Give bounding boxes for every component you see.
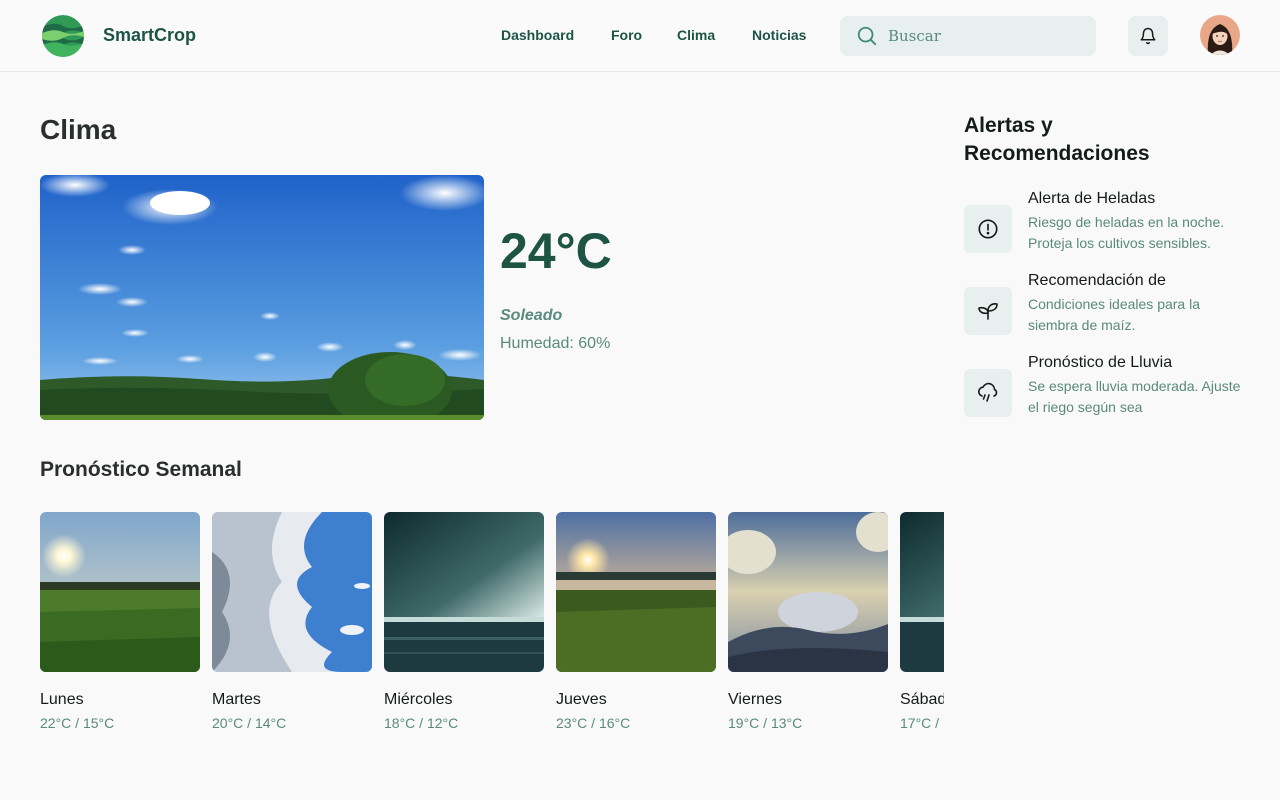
forecast-day: Lunes bbox=[40, 691, 84, 708]
forecast-card-martes[interactable]: Martes 20°C / 14°C bbox=[212, 512, 372, 731]
current-humidity: Humedad: 60% bbox=[500, 335, 611, 352]
forecast-card-viernes[interactable]: Viernes 19°C / 13°C bbox=[728, 512, 888, 731]
bell-icon bbox=[1140, 27, 1156, 45]
forecast-day: Miércoles bbox=[384, 691, 453, 708]
smartcrop-logo-icon[interactable] bbox=[42, 15, 84, 57]
brand-name[interactable]: SmartCrop bbox=[103, 25, 196, 46]
current-condition: Soleado bbox=[500, 307, 563, 324]
forecast-card-lunes[interactable]: Lunes 22°C / 15°C bbox=[40, 512, 200, 731]
alert-title: Pronóstico de Lluvia bbox=[1028, 354, 1173, 371]
forecast-card-sabado[interactable]: Sábado 17°C / 11°C bbox=[900, 512, 944, 731]
nav-noticias[interactable]: Noticias bbox=[752, 27, 806, 43]
forecast-temps: 18°C / 12°C bbox=[384, 715, 459, 731]
sunset-field-image bbox=[556, 512, 716, 672]
alert-circle-icon bbox=[964, 205, 1012, 253]
nav-dashboard[interactable]: Dashboard bbox=[501, 27, 574, 43]
alert-description: Condiciones ideales para la siembra de m… bbox=[1028, 296, 1200, 333]
forecast-card-miercoles[interactable]: Miércoles 18°C / 12°C bbox=[384, 512, 544, 731]
forecast-day: Sábado bbox=[900, 691, 944, 708]
forecast-temps: 19°C / 13°C bbox=[728, 715, 803, 731]
search-icon bbox=[857, 26, 877, 46]
sunny-field-image bbox=[40, 512, 200, 672]
alert-description: Riesgo de heladas en la noche. Proteja l… bbox=[1028, 214, 1225, 251]
cloud-drizzle-icon bbox=[964, 369, 1012, 417]
clouds-image bbox=[212, 512, 372, 672]
search-input[interactable] bbox=[888, 16, 1088, 56]
alerts-title: Alertas y Recomendaciones bbox=[964, 114, 1150, 165]
nav-foro[interactable]: Foro bbox=[611, 27, 642, 43]
forecast-temps: 20°C / 14°C bbox=[212, 715, 287, 731]
weekly-forecast: Lunes 22°C / 15°C Martes 20°C / 14°C Mié… bbox=[40, 512, 944, 742]
current-temperature: 24°C bbox=[500, 223, 612, 279]
nav-clima[interactable]: Clima bbox=[677, 27, 715, 43]
rain-image bbox=[900, 512, 944, 672]
storm-clouds-image bbox=[728, 512, 888, 672]
alert-title: Recomendación de bbox=[1028, 272, 1166, 289]
alert-title: Alerta de Heladas bbox=[1028, 190, 1156, 207]
search-box[interactable] bbox=[840, 16, 1096, 56]
forecast-card-jueves[interactable]: Jueves 23°C / 16°C bbox=[556, 512, 716, 731]
user-avatar[interactable] bbox=[1200, 15, 1240, 55]
forecast-title: Pronóstico Semanal bbox=[40, 458, 242, 481]
forecast-temps: 22°C / 15°C bbox=[40, 715, 115, 731]
alert-description: Se espera lluvia moderada. Ajuste el rie… bbox=[1028, 378, 1241, 415]
notifications-button[interactable] bbox=[1128, 16, 1168, 56]
forecast-day: Jueves bbox=[556, 691, 607, 708]
forecast-temps: 23°C / 16°C bbox=[556, 715, 631, 731]
rain-image bbox=[384, 512, 544, 672]
top-header: SmartCrop Dashboard Foro Clima Noticias bbox=[0, 0, 1280, 72]
sprout-icon bbox=[964, 287, 1012, 335]
forecast-temps: 17°C / 11°C bbox=[900, 715, 944, 731]
forecast-day: Viernes bbox=[728, 691, 782, 708]
forecast-day: Martes bbox=[212, 691, 261, 708]
current-weather-image bbox=[40, 175, 484, 420]
page-title: Clima bbox=[40, 114, 117, 145]
